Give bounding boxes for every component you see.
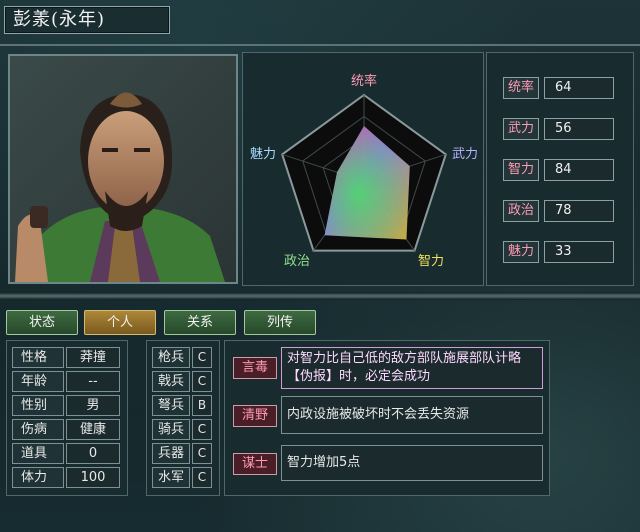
personal-value: 100 [66, 467, 120, 488]
attribute-stats-panel: 统率 64 武力 56 智力 84 政治 78 魅力 33 [486, 52, 634, 286]
stat-row-zhengzhi: 政治 78 [503, 200, 614, 222]
skills-panel: 言毒 对智力比自己低的敌方部队施展部队计略【伪报】时，必定会成功 清野 内政设施… [224, 340, 550, 496]
stat-row-meili: 魅力 33 [503, 241, 614, 263]
radar-label-meili: 魅力 [250, 147, 276, 162]
troop-grade: C [192, 443, 212, 464]
radar-label-zhengzhi: 政治 [284, 254, 310, 269]
personal-row-gender: 性别 男 [12, 395, 120, 416]
personal-value: -- [66, 371, 120, 392]
troop-label: 戟兵 [152, 371, 190, 392]
attribute-radar-chart: 统率 武力 智力 政治 魅力 [250, 73, 478, 269]
divider [0, 292, 640, 300]
troop-label: 兵器 [152, 443, 190, 464]
troop-label: 骑兵 [152, 419, 190, 440]
personal-label: 道具 [12, 443, 64, 464]
officer-name-title: 彭羕(永年) [4, 6, 170, 34]
personal-row-stamina: 体力 100 [12, 467, 120, 488]
personal-info-panel: 性格 莽撞 年龄 -- 性别 男 伤病 健康 道具 0 体力 100 [6, 340, 128, 496]
radar-label-zhili: 智力 [418, 254, 444, 269]
troop-label: 弩兵 [152, 395, 190, 416]
stat-value: 78 [544, 200, 614, 222]
tab-personal[interactable]: 个人 [84, 310, 156, 335]
stat-value: 56 [544, 118, 614, 140]
tab-status[interactable]: 状态 [6, 310, 78, 335]
troop-row-cavalry: 骑兵 C [152, 419, 212, 440]
troop-row-navy: 水军 C [152, 467, 212, 488]
troop-grade: C [192, 347, 212, 368]
officer-portrait [8, 54, 238, 284]
troop-label: 枪兵 [152, 347, 190, 368]
radar-label-tongshuai: 统率 [351, 73, 377, 89]
stat-label: 智力 [503, 159, 539, 181]
stat-value: 33 [544, 241, 614, 263]
attribute-radar-panel: 统率 武力 智力 政治 魅力 [242, 52, 484, 286]
skill-description: 内政设施被破坏时不会丢失资源 [281, 396, 543, 434]
troop-row-crossbow: 弩兵 B [152, 395, 212, 416]
stat-value: 64 [544, 77, 614, 99]
stat-row-tongshuai: 统率 64 [503, 77, 614, 99]
troop-grade: C [192, 371, 212, 392]
troop-label: 水军 [152, 467, 190, 488]
divider [0, 44, 640, 46]
personal-value: 男 [66, 395, 120, 416]
personal-row-age: 年龄 -- [12, 371, 120, 392]
personal-value: 莽撞 [66, 347, 120, 368]
stat-label: 武力 [503, 118, 539, 140]
troop-grade: C [192, 467, 212, 488]
personal-row-items: 道具 0 [12, 443, 120, 464]
troop-row-halberd: 戟兵 C [152, 371, 212, 392]
troop-grade: C [192, 419, 212, 440]
personal-value: 0 [66, 443, 120, 464]
skill-description: 对智力比自己低的敌方部队施展部队计略【伪报】时，必定会成功 [281, 347, 543, 389]
personal-label: 性别 [12, 395, 64, 416]
troop-grade: B [192, 395, 212, 416]
skill-tag-yandu[interactable]: 言毒 [233, 357, 277, 379]
stat-label: 统率 [503, 77, 539, 99]
personal-label: 年龄 [12, 371, 64, 392]
personal-row-personality: 性格 莽撞 [12, 347, 120, 368]
stat-label: 魅力 [503, 241, 539, 263]
stat-label: 政治 [503, 200, 539, 222]
stat-value: 84 [544, 159, 614, 181]
personal-label: 性格 [12, 347, 64, 368]
tab-biography[interactable]: 列传 [244, 310, 316, 335]
skill-tag-qingye[interactable]: 清野 [233, 405, 277, 427]
troop-row-spear: 枪兵 C [152, 347, 212, 368]
skill-description: 智力增加5点 [281, 445, 543, 481]
personal-row-injury: 伤病 健康 [12, 419, 120, 440]
tab-relations[interactable]: 关系 [164, 310, 236, 335]
personal-label: 伤病 [12, 419, 64, 440]
portrait-illustration [10, 56, 236, 282]
personal-label: 体力 [12, 467, 64, 488]
troop-aptitude-panel: 枪兵 C 戟兵 C 弩兵 B 骑兵 C 兵器 C 水军 C [146, 340, 220, 496]
stat-row-wuli: 武力 56 [503, 118, 614, 140]
troop-row-siege: 兵器 C [152, 443, 212, 464]
personal-value: 健康 [66, 419, 120, 440]
skill-tag-moushi[interactable]: 谋士 [233, 453, 277, 475]
radar-label-wuli: 武力 [452, 147, 478, 162]
stat-row-zhili: 智力 84 [503, 159, 614, 181]
